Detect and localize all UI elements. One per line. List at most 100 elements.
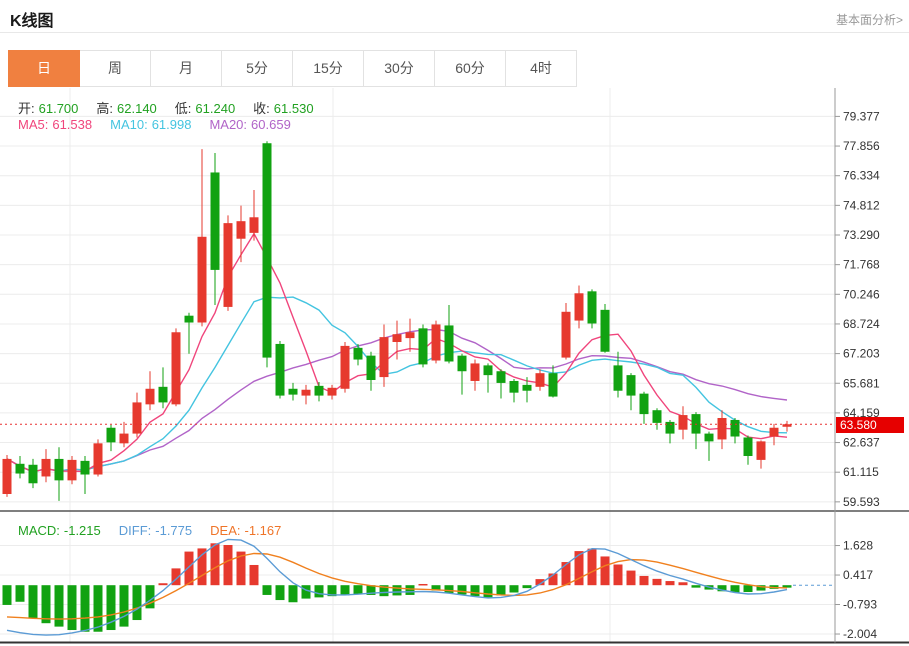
candle[interactable] [198, 237, 207, 323]
macd-bar[interactable] [302, 585, 311, 598]
candle[interactable] [666, 422, 675, 434]
tab-4时[interactable]: 4时 [506, 50, 577, 87]
candle[interactable] [497, 371, 506, 383]
candle[interactable] [562, 312, 571, 358]
candle[interactable] [94, 443, 103, 474]
candle[interactable] [120, 434, 129, 444]
macd-bar[interactable] [445, 585, 454, 593]
tab-15分[interactable]: 15分 [293, 50, 364, 87]
macd-bar[interactable] [627, 571, 636, 586]
macd-bar[interactable] [133, 585, 142, 620]
macd-bar[interactable] [354, 585, 363, 594]
candle[interactable] [588, 291, 597, 323]
tab-日[interactable]: 日 [8, 50, 80, 87]
candle[interactable] [133, 402, 142, 433]
candle[interactable] [55, 459, 64, 480]
fundamental-analysis-link[interactable]: 基本面分析> [836, 11, 903, 28]
candle[interactable] [731, 420, 740, 437]
candle[interactable] [406, 332, 415, 338]
tab-30分[interactable]: 30分 [364, 50, 435, 87]
candle[interactable] [770, 428, 779, 437]
candle[interactable] [289, 389, 298, 395]
macd-bar[interactable] [588, 549, 597, 586]
macd-bar[interactable] [185, 552, 194, 586]
macd-bar[interactable] [81, 585, 90, 632]
candle[interactable] [159, 387, 168, 403]
candle[interactable] [250, 217, 259, 233]
candle[interactable] [549, 373, 558, 396]
macd-bar[interactable] [471, 585, 480, 596]
candle[interactable] [146, 389, 155, 405]
candle[interactable] [16, 464, 25, 474]
macd-bar[interactable] [68, 585, 77, 630]
candle[interactable] [367, 356, 376, 380]
candle[interactable] [315, 386, 324, 396]
macd-bar[interactable] [601, 556, 610, 585]
candle[interactable] [393, 334, 402, 342]
candle[interactable] [81, 461, 90, 475]
candle[interactable] [627, 375, 636, 395]
tab-5分[interactable]: 5分 [222, 50, 293, 87]
candle[interactable] [510, 381, 519, 393]
candle[interactable] [523, 385, 532, 391]
candle[interactable] [536, 373, 545, 387]
candle[interactable] [614, 365, 623, 390]
macd-bar[interactable] [562, 562, 571, 585]
macd-bar[interactable] [276, 585, 285, 600]
macd-bar[interactable] [94, 585, 103, 632]
candle[interactable] [211, 172, 220, 269]
macd-bar[interactable] [744, 585, 753, 592]
candle[interactable] [302, 390, 311, 396]
macd-bar[interactable] [250, 565, 259, 585]
macd-bar[interactable] [510, 585, 519, 592]
macd-bar[interactable] [55, 585, 64, 626]
macd-bar[interactable] [419, 584, 428, 586]
macd-bar[interactable] [653, 579, 662, 585]
candle[interactable] [328, 388, 337, 396]
macd-bar[interactable] [666, 581, 675, 585]
candle[interactable] [484, 365, 493, 375]
candle[interactable] [471, 363, 480, 381]
macd-bar[interactable] [341, 585, 350, 595]
candle[interactable] [276, 344, 285, 396]
macd-bar[interactable] [640, 576, 649, 585]
macd-bar[interactable] [289, 585, 298, 602]
candle[interactable] [601, 310, 610, 352]
macd-bar[interactable] [614, 564, 623, 585]
macd-bar[interactable] [484, 585, 493, 597]
macd-bar[interactable] [523, 585, 532, 588]
candle[interactable] [380, 337, 389, 377]
macd-bar[interactable] [224, 545, 233, 585]
candle[interactable] [263, 143, 272, 357]
macd-bar[interactable] [458, 585, 467, 594]
macd-bar[interactable] [159, 583, 168, 585]
candle[interactable] [354, 348, 363, 360]
candle[interactable] [3, 459, 12, 494]
candle[interactable] [419, 328, 428, 364]
tab-月[interactable]: 月 [151, 50, 222, 87]
candle[interactable] [172, 332, 181, 404]
macd-bar[interactable] [16, 585, 25, 602]
candle[interactable] [458, 356, 467, 372]
candle[interactable] [42, 459, 51, 477]
candle[interactable] [744, 437, 753, 456]
macd-bar[interactable] [497, 585, 506, 595]
candle[interactable] [29, 465, 38, 484]
candle[interactable] [705, 434, 714, 442]
candle[interactable] [237, 221, 246, 239]
tab-周[interactable]: 周 [80, 50, 151, 87]
candle[interactable] [224, 223, 233, 307]
candle[interactable] [185, 316, 194, 323]
macd-bar[interactable] [29, 585, 38, 618]
candle[interactable] [68, 460, 77, 480]
candle[interactable] [575, 293, 584, 320]
kline-chart-svg[interactable]: 79.37777.85676.33474.81273.29071.76870.2… [0, 88, 909, 646]
candle[interactable] [653, 410, 662, 423]
candle[interactable] [757, 441, 766, 460]
macd-bar[interactable] [393, 585, 402, 595]
macd-bar[interactable] [42, 585, 51, 623]
macd-bar[interactable] [679, 582, 688, 585]
candle[interactable] [341, 346, 350, 389]
macd-bar[interactable] [263, 585, 272, 595]
macd-bar[interactable] [406, 585, 415, 595]
